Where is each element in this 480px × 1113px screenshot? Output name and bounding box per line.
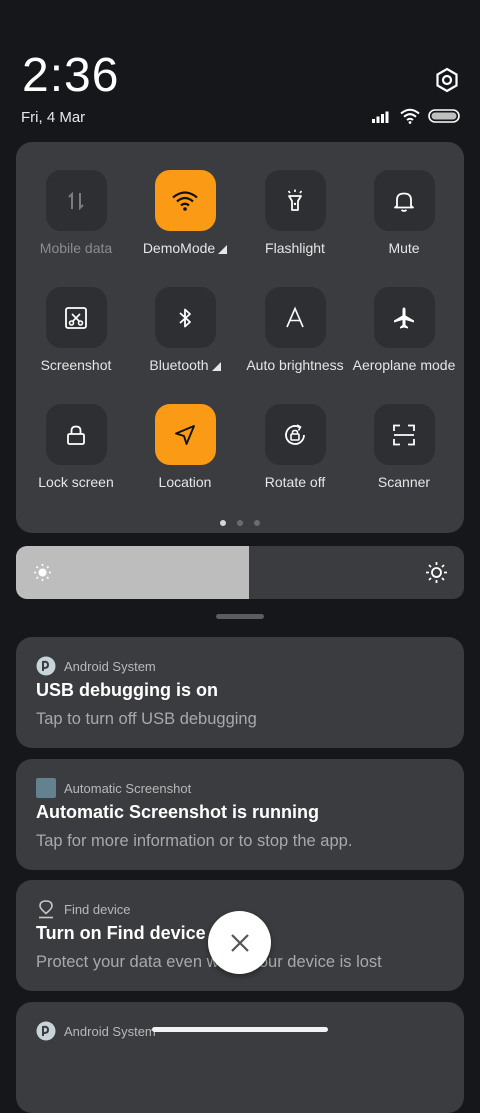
bell-icon <box>373 170 435 231</box>
notification-app-name: Android System <box>64 658 156 674</box>
notification-app-name: Android System <box>64 1023 156 1039</box>
wifi-status-icon <box>400 108 420 124</box>
app-square-icon <box>36 778 56 798</box>
settings-icon[interactable] <box>432 65 462 95</box>
date: Fri, 4 Mar <box>21 109 86 126</box>
find-device-icon <box>39 900 53 919</box>
tile-label: Lock screen <box>38 474 114 490</box>
notification-app-name: Find device <box>64 901 131 917</box>
tile-auto-brightness[interactable]: Auto brightness <box>240 287 350 373</box>
scanner-icon <box>373 404 435 465</box>
quick-settings-panel: Mobile data DemoMode Flashlight Mute Scr… <box>16 142 464 533</box>
signal-icon <box>372 111 389 123</box>
tile-label: Scanner <box>377 474 431 490</box>
tile-location[interactable]: Location <box>130 404 240 490</box>
tile-aeroplane-mode[interactable]: Aeroplane mode <box>349 287 459 373</box>
tile-label: Flashlight <box>265 240 325 256</box>
tile-label: Auto brightness <box>246 357 344 373</box>
notification-usb-debugging[interactable]: Android System USB debugging is on Tap t… <box>16 637 464 748</box>
android-system-icon <box>36 1021 56 1041</box>
tile-mute[interactable]: Mute <box>349 170 459 256</box>
tile-label: Rotate off <box>264 474 326 490</box>
brightness-low-icon <box>34 564 51 581</box>
notification-title: Automatic Screenshot is running <box>36 802 320 822</box>
tile-label: Aeroplane mode <box>352 357 456 373</box>
flashlight-icon <box>264 170 326 231</box>
clock: 2:36 <box>22 49 120 102</box>
lock-icon <box>45 404 107 465</box>
battery-icon <box>428 109 460 123</box>
airplane-icon <box>373 287 435 348</box>
wifi-icon <box>154 170 216 231</box>
expand-arrow-icon <box>218 244 228 254</box>
auto-brightness-icon <box>264 287 326 348</box>
notification-automatic-screenshot[interactable]: Automatic Screenshot Automatic Screensho… <box>16 759 464 870</box>
tile-label: DemoMode <box>142 240 216 256</box>
tile-scanner[interactable]: Scanner <box>349 404 459 490</box>
expand-arrow-icon <box>211 361 221 371</box>
page-dot <box>220 520 226 526</box>
screenshot-icon <box>45 287 107 348</box>
home-indicator[interactable] <box>152 1027 328 1032</box>
tile-bluetooth[interactable]: Bluetooth <box>130 287 240 373</box>
page-dot <box>254 520 260 526</box>
tile-screenshot[interactable]: Screenshot <box>21 287 131 373</box>
tile-rotate-off[interactable]: Rotate off <box>240 404 350 490</box>
tile-flashlight[interactable]: Flashlight <box>240 170 350 256</box>
tile-label: Bluetooth <box>149 357 209 373</box>
brightness-high-icon <box>426 562 447 583</box>
tile-demomode[interactable]: DemoMode <box>130 170 240 256</box>
panel-drag-handle[interactable] <box>216 614 264 619</box>
tile-label: Mute <box>388 240 420 256</box>
close-icon <box>230 933 249 952</box>
tile-label: Location <box>158 474 212 490</box>
mobile-data-icon <box>45 170 107 231</box>
clear-all-button[interactable] <box>208 911 271 974</box>
notification-app-name: Automatic Screenshot <box>64 780 192 796</box>
tile-lock-screen[interactable]: Lock screen <box>21 404 131 490</box>
page-indicator <box>16 520 464 526</box>
location-icon <box>154 404 216 465</box>
status-icons <box>372 108 460 124</box>
bluetooth-icon <box>154 287 216 348</box>
tile-mobile-data[interactable]: Mobile data <box>21 170 131 256</box>
tile-label: Mobile data <box>39 240 113 256</box>
tile-label: Screenshot <box>40 357 112 373</box>
rotate-lock-icon <box>264 404 326 465</box>
notification-title: Turn on Find device <box>36 923 206 943</box>
notification-body: Tap for more information or to stop the … <box>36 832 353 850</box>
notification-body: Tap to turn off USB debugging <box>36 710 257 728</box>
notification-body: Protect your data even when your device … <box>36 953 382 971</box>
android-system-icon <box>36 656 56 676</box>
notification-android-system[interactable]: Android System <box>16 1002 464 1113</box>
notification-title: USB debugging is on <box>36 680 218 700</box>
page-dot <box>237 520 243 526</box>
brightness-slider[interactable] <box>16 546 464 599</box>
